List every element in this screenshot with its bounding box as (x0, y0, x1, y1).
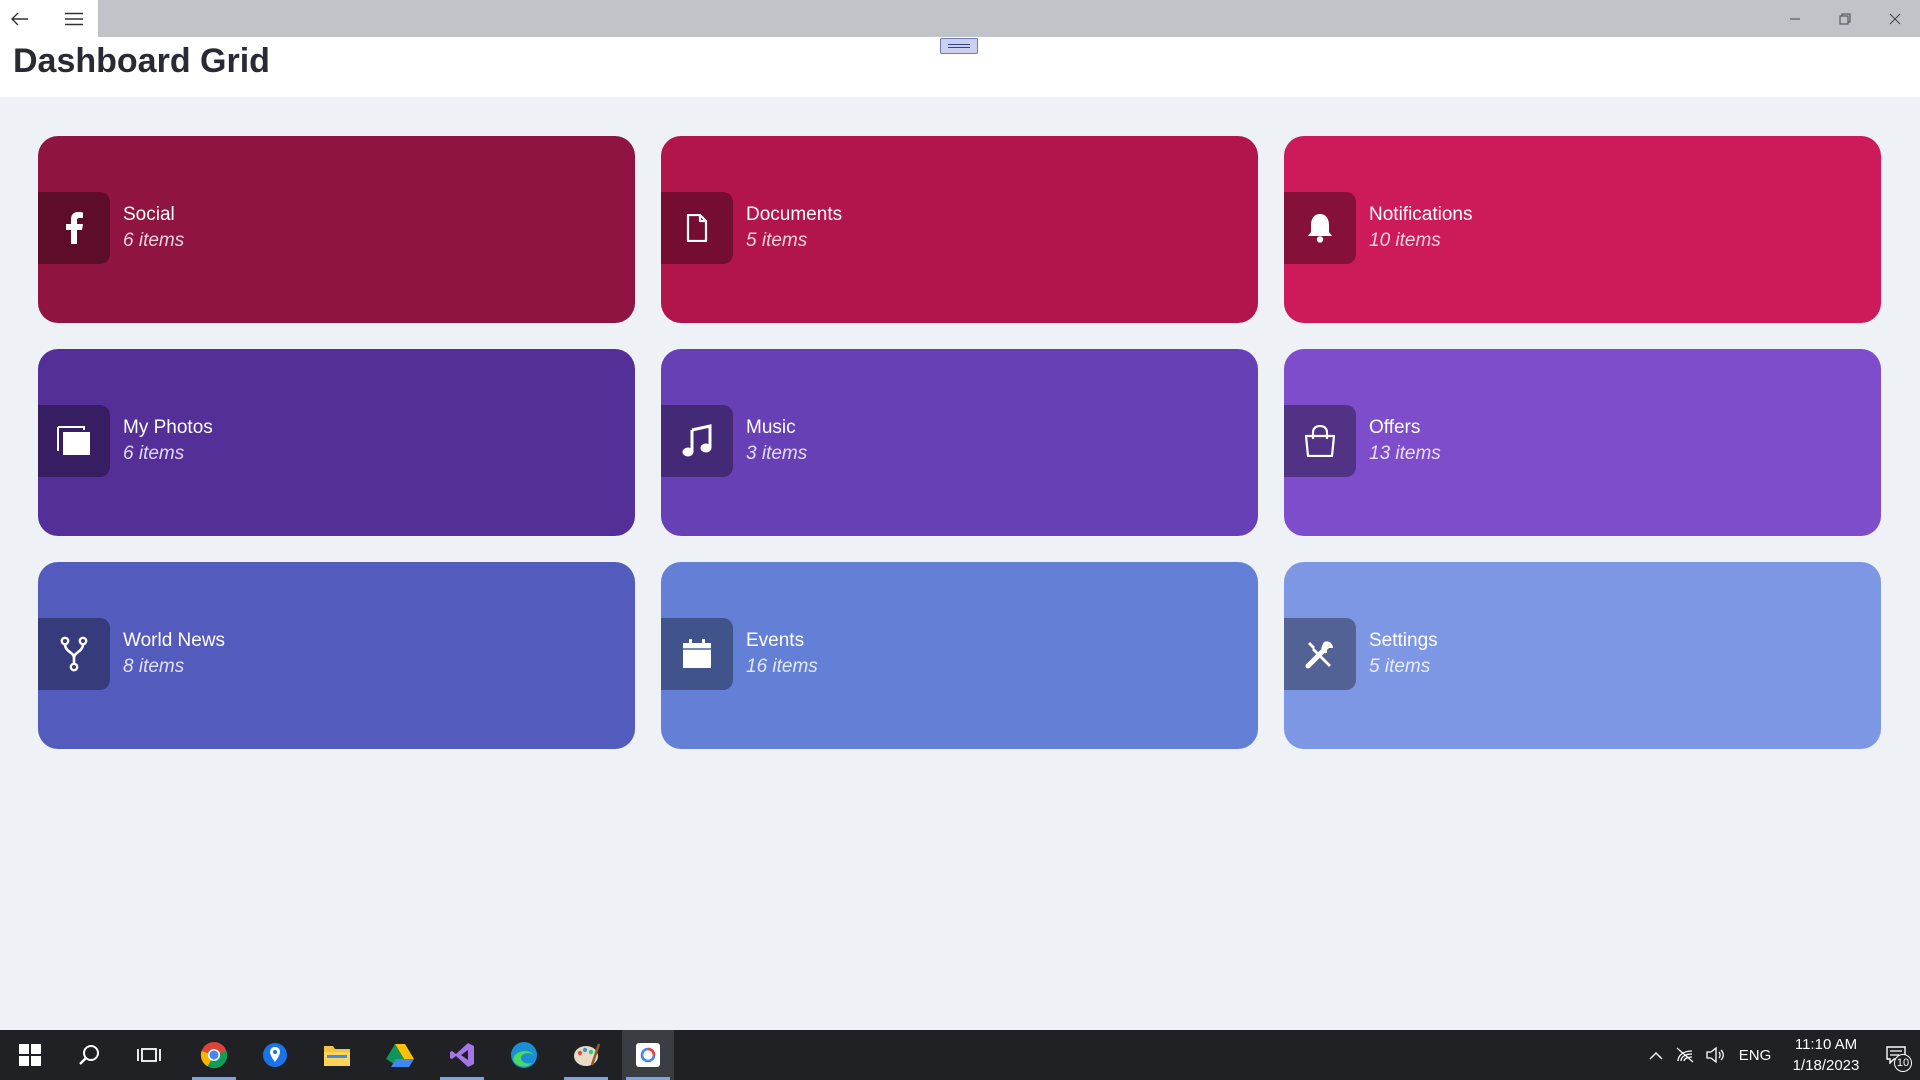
tile-documents[interactable]: Documents 5 items (661, 136, 1258, 323)
clock[interactable]: 11:10 AM 1/18/2023 (1780, 1034, 1872, 1076)
tile-count: 8 items (123, 656, 185, 677)
back-arrow-icon[interactable] (0, 0, 40, 37)
tile-title: Music (746, 417, 796, 438)
minimize-icon[interactable] (1770, 0, 1820, 37)
volume-icon[interactable] (1700, 1030, 1730, 1080)
clock-time: 11:10 AM (1794, 1036, 1858, 1053)
fork-icon (38, 618, 110, 690)
bell-icon (1284, 192, 1356, 264)
tile-count: 5 items (1369, 656, 1431, 677)
tile-count: 13 items (1369, 443, 1441, 464)
language-indicator[interactable]: ENG (1730, 1030, 1780, 1080)
tile-count: 3 items (746, 443, 808, 464)
file-explorer-icon[interactable] (311, 1030, 363, 1080)
search-icon[interactable] (63, 1030, 115, 1080)
tile-count: 6 items (123, 443, 185, 464)
calendar-icon (661, 618, 733, 690)
photos-icon (38, 405, 110, 477)
tile-title: Notifications (1369, 204, 1473, 225)
tile-settings[interactable]: Settings 5 items (1284, 562, 1881, 749)
title-bar-nav (0, 0, 98, 37)
tile-count: 5 items (746, 230, 808, 251)
taskbar: ENG 11:10 AM 1/18/2023 10 (0, 1030, 1920, 1080)
hamburger-menu-icon[interactable] (54, 0, 94, 37)
clock-date: 1/18/2023 (1792, 1057, 1860, 1074)
shopping-bag-icon (1284, 405, 1356, 477)
edge-icon[interactable] (498, 1030, 550, 1080)
tile-title: My Photos (123, 417, 213, 438)
tile-notifications[interactable]: Notifications 10 items (1284, 136, 1881, 323)
tile-offers[interactable]: Offers 13 items (1284, 349, 1881, 536)
tile-title: Social (123, 204, 175, 225)
dashboard-grid: Social 6 items Documents 5 items Notific… (38, 136, 1882, 749)
tile-events[interactable]: Events 16 items (661, 562, 1258, 749)
network-icon[interactable] (1670, 1030, 1700, 1080)
notification-count-badge: 10 (1894, 1054, 1912, 1072)
close-icon[interactable] (1870, 0, 1920, 37)
music-note-icon (661, 405, 733, 477)
tile-count: 10 items (1369, 230, 1441, 251)
page-title: Dashboard Grid (13, 42, 270, 80)
windows-start-icon[interactable] (4, 1030, 56, 1080)
tile-count: 16 items (746, 656, 818, 677)
facebook-icon (38, 192, 110, 264)
window-controls (1770, 0, 1920, 37)
action-center-icon[interactable]: 10 (1872, 1030, 1920, 1080)
drag-handle[interactable] (940, 38, 978, 54)
chrome-icon[interactable] (188, 1030, 240, 1080)
tile-world-news[interactable]: World News 8 items (38, 562, 635, 749)
tile-music[interactable]: Music 3 items (661, 349, 1258, 536)
restore-icon[interactable] (1820, 0, 1870, 37)
tile-title: World News (123, 630, 226, 651)
tile-social[interactable]: Social 6 items (38, 136, 635, 323)
chevron-up-icon[interactable] (1642, 1030, 1670, 1080)
tile-title: Settings (1369, 630, 1438, 651)
paint-icon[interactable] (560, 1030, 612, 1080)
app-icon[interactable] (622, 1030, 674, 1080)
tile-title: Events (746, 630, 805, 651)
document-icon (661, 192, 733, 264)
visual-studio-icon[interactable] (436, 1030, 488, 1080)
title-bar (0, 0, 1920, 37)
tile-my-photos[interactable]: My Photos 6 items (38, 349, 635, 536)
task-view-icon[interactable] (123, 1030, 175, 1080)
system-tray: ENG 11:10 AM 1/18/2023 10 (1642, 1030, 1920, 1080)
tile-title: Documents (746, 204, 843, 225)
tools-icon (1284, 618, 1356, 690)
tile-title: Offers (1369, 417, 1421, 438)
google-drive-icon[interactable] (374, 1030, 426, 1080)
tile-count: 6 items (123, 230, 185, 251)
maps-icon[interactable] (249, 1030, 301, 1080)
